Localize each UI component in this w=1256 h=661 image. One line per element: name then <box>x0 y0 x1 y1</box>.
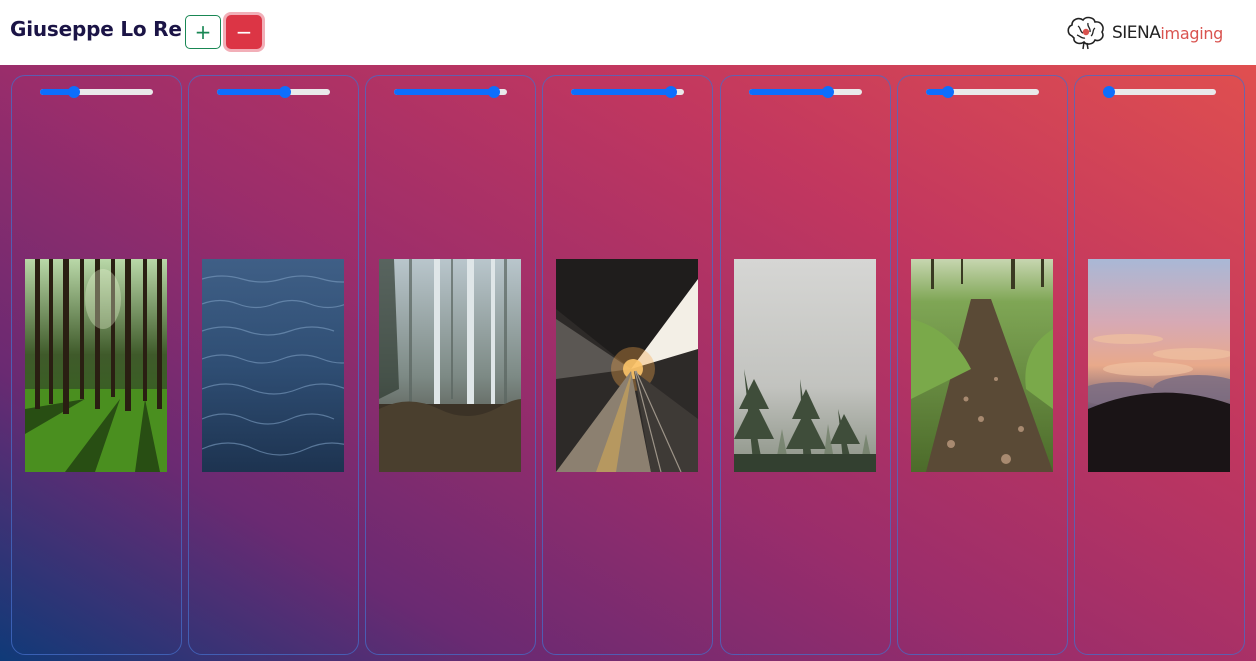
image-column <box>1074 75 1245 655</box>
page-title: Giuseppe Lo Re <box>10 17 182 41</box>
column-image <box>734 259 876 472</box>
slider-thumb[interactable] <box>278 86 291 98</box>
column-slider[interactable] <box>926 86 1039 98</box>
brand-logo: SIENA imaging <box>1064 14 1223 52</box>
brand-name: SIENA <box>1112 23 1161 43</box>
slider-thumb[interactable] <box>487 86 500 98</box>
column-slider[interactable] <box>394 86 507 98</box>
column-slider[interactable] <box>1103 86 1216 98</box>
image-column <box>542 75 713 655</box>
add-column-button[interactable]: + <box>185 15 221 49</box>
brand-suffix: imaging <box>1160 23 1224 43</box>
image-column <box>720 75 891 655</box>
image-column <box>188 75 359 655</box>
slider-fill <box>749 89 828 95</box>
image-column <box>11 75 182 655</box>
forest-sunlight-image <box>25 259 167 472</box>
slider-thumb[interactable] <box>942 86 955 98</box>
slider-fill <box>394 89 494 95</box>
column-image <box>202 259 344 472</box>
column-slider[interactable] <box>40 86 153 98</box>
column-image <box>556 259 698 472</box>
train-station-sunset-image <box>556 259 698 472</box>
column-image <box>25 259 167 472</box>
column-slider[interactable] <box>749 86 862 98</box>
column-image <box>1088 259 1230 472</box>
sky-above-clouds-image <box>1088 259 1230 472</box>
slider-fill <box>571 89 671 95</box>
brain-icon <box>1067 16 1104 50</box>
misty-birch-forest-image <box>379 259 521 472</box>
image-column <box>365 75 536 655</box>
forest-path-image <box>911 259 1053 472</box>
image-column <box>897 75 1068 655</box>
foggy-pine-trees-image <box>734 259 876 472</box>
slider-thumb[interactable] <box>1103 86 1115 98</box>
columns-board <box>0 65 1256 661</box>
slider-thumb[interactable] <box>664 86 677 98</box>
slider-fill <box>217 89 285 95</box>
slider-thumb[interactable] <box>821 86 834 98</box>
slider-thumb[interactable] <box>68 86 81 98</box>
column-slider[interactable] <box>571 86 684 98</box>
column-image <box>911 259 1053 472</box>
app-header: Giuseppe Lo Re + − SIENA imaging <box>0 0 1256 65</box>
ocean-water-image <box>202 259 344 472</box>
remove-column-button[interactable]: − <box>226 15 262 49</box>
column-image <box>379 259 521 472</box>
column-slider[interactable] <box>217 86 330 98</box>
